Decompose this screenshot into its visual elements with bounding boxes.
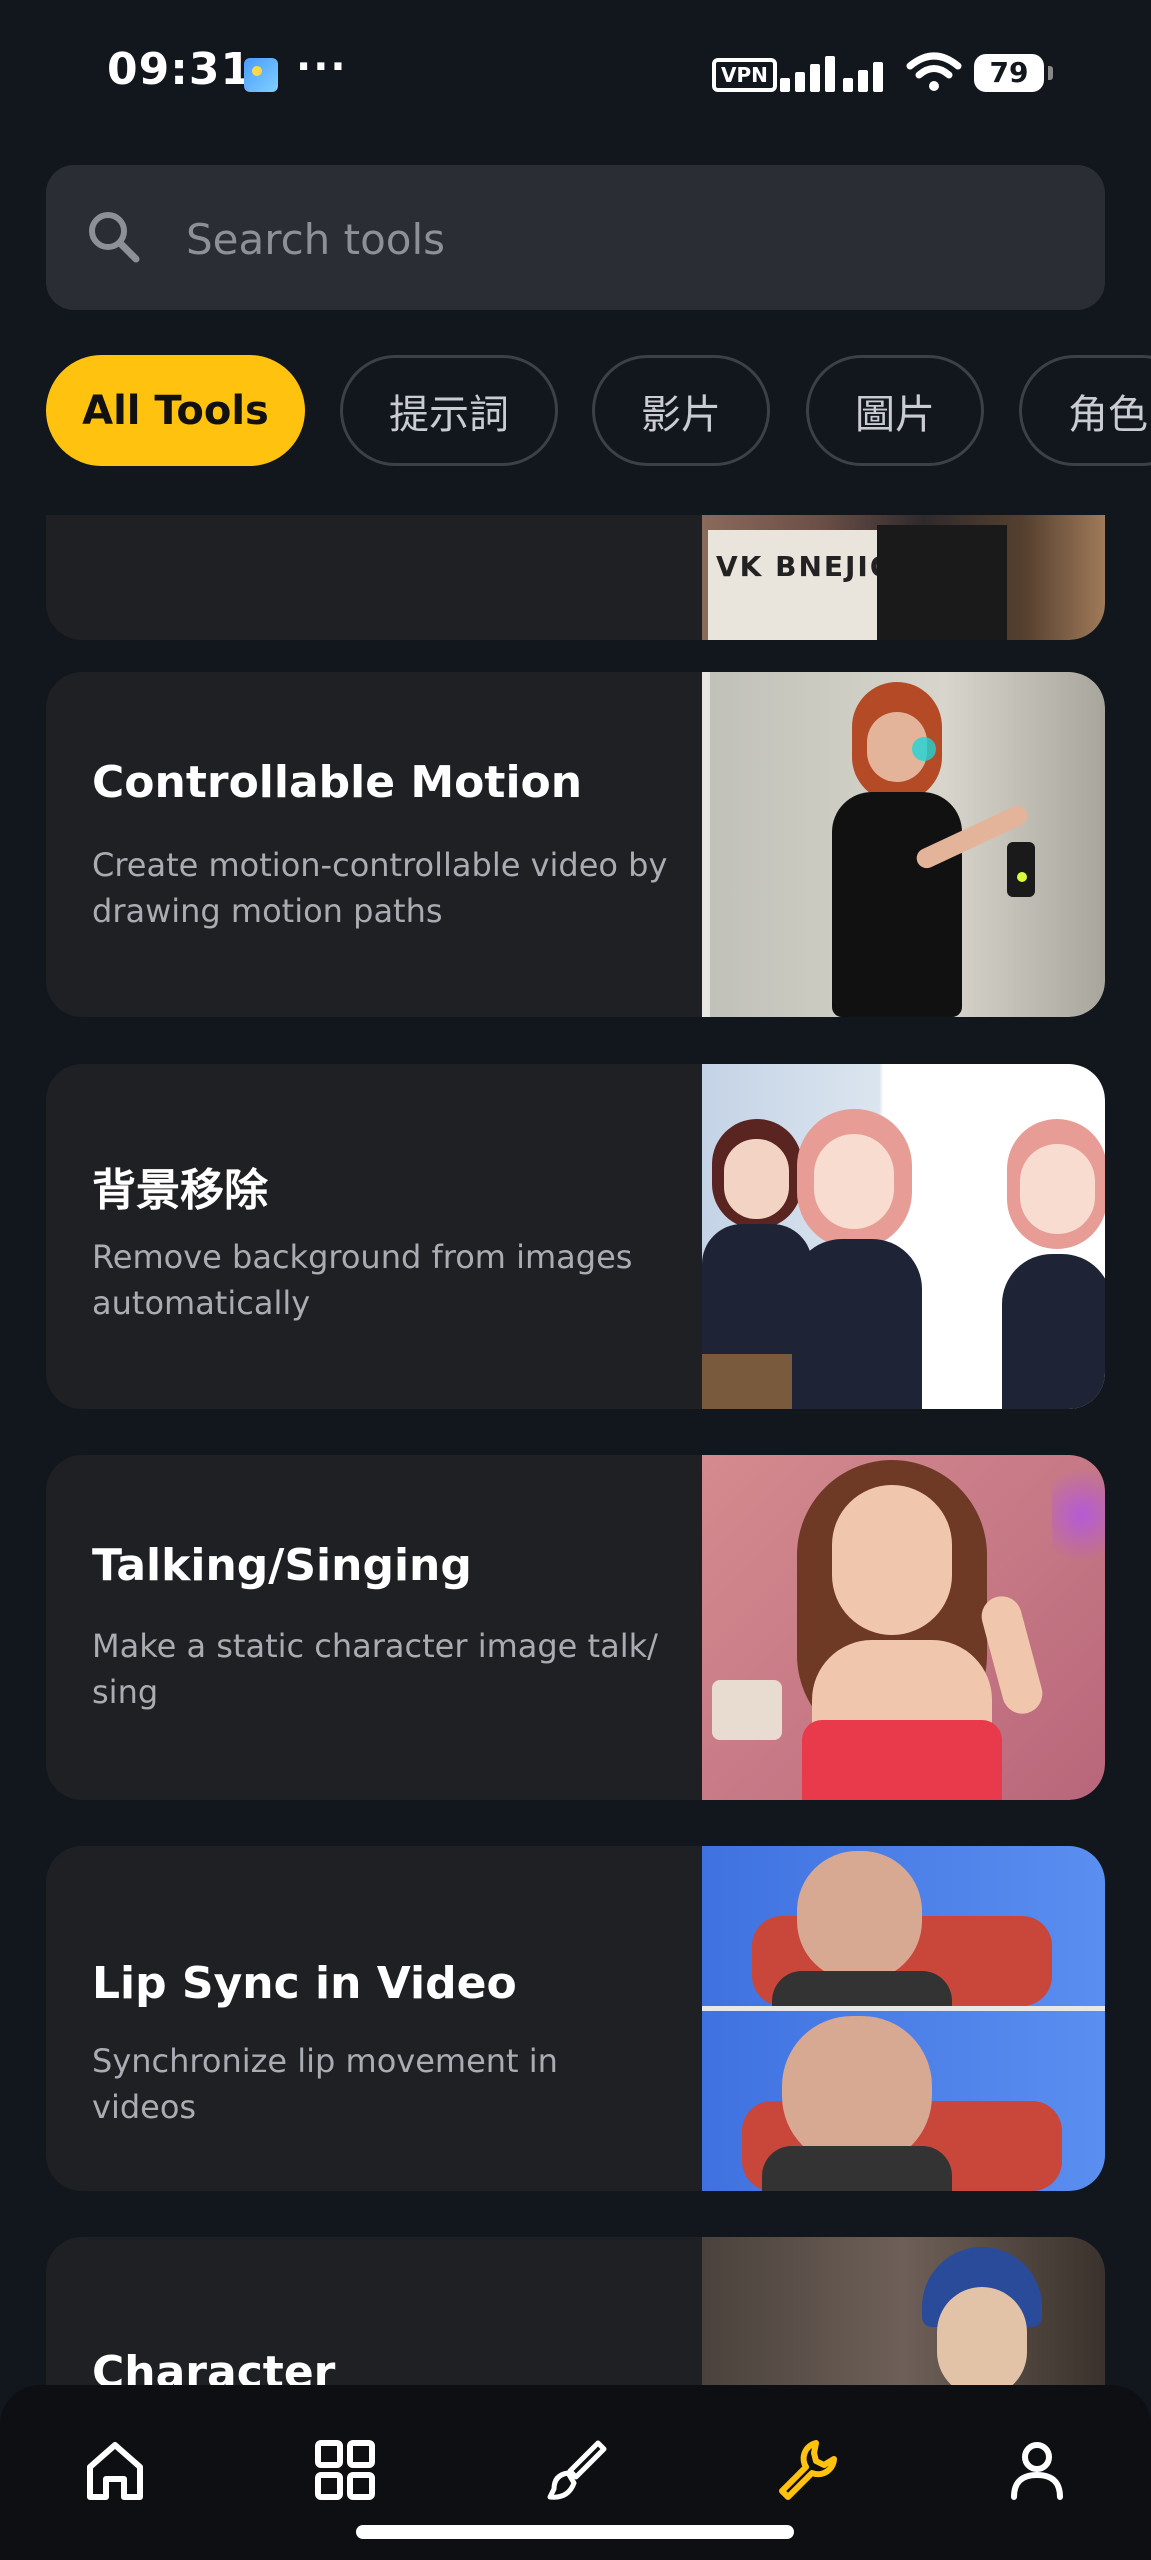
tool-title: Controllable Motion (92, 757, 583, 808)
vpn-icon: VPN (712, 58, 777, 92)
tool-description: Create motion-controllable video by draw… (92, 846, 668, 930)
home-icon[interactable] (80, 2435, 150, 2505)
tool-description: Synchronize lip movement in videos (92, 2042, 558, 2126)
tool-thumbnail (702, 1064, 1105, 1409)
gallery-notification-icon (244, 58, 278, 92)
tool-card-controllable-motion[interactable]: Controllable Motion Create motion-contro… (46, 672, 1105, 1017)
category-filter-bar: All Tools 提示詞 影片 圖片 角色 (0, 355, 1151, 470)
wrench-icon[interactable] (772, 2435, 842, 2505)
search-icon (89, 212, 140, 263)
tool-list: VK BNEJION Controllable Motion Create mo… (46, 515, 1105, 2505)
tool-card-background-removal[interactable]: 背景移除 Remove background from images autom… (46, 1064, 1105, 1409)
chip-video[interactable]: 影片 (592, 355, 770, 466)
home-indicator[interactable] (356, 2525, 794, 2539)
status-bar: 09:31 ··· VPN 79 (0, 0, 1151, 150)
tool-card-lip-sync[interactable]: Lip Sync in Video Synchronize lip moveme… (46, 1846, 1105, 2191)
chip-character[interactable]: 角色 (1019, 355, 1151, 466)
chip-prompts[interactable]: 提示詞 (340, 355, 558, 466)
brush-icon[interactable] (540, 2435, 610, 2505)
tool-thumbnail (702, 1846, 1105, 2191)
wifi-icon (906, 52, 962, 91)
chip-image[interactable]: 圖片 (806, 355, 984, 466)
search-bar[interactable] (46, 165, 1105, 310)
tool-title: Talking/Singing (92, 1540, 472, 1591)
tool-card-talking-singing[interactable]: Talking/Singing Make a static character … (46, 1455, 1105, 1800)
tool-description: Remove background from images automatica… (92, 1238, 633, 1322)
profile-icon[interactable] (1002, 2435, 1072, 2505)
status-time: 09:31 (107, 44, 253, 95)
tool-card-partial[interactable]: VK BNEJION (46, 515, 1105, 640)
chip-all-tools[interactable]: All Tools (46, 355, 305, 466)
grid-icon[interactable] (310, 2435, 380, 2505)
signal-icon (780, 54, 890, 92)
tool-description: Make a static character image talk/ sing (92, 1627, 658, 1711)
tool-thumbnail (702, 1455, 1105, 1800)
more-notifications-icon: ··· (296, 44, 348, 90)
battery-icon: 79 (974, 54, 1053, 92)
search-input[interactable] (184, 205, 1048, 273)
tool-title: 背景移除 (92, 1165, 268, 1216)
tool-thumbnail: VK BNEJION (702, 515, 1105, 640)
tool-title: Lip Sync in Video (92, 1958, 517, 2009)
tool-thumbnail (702, 672, 1105, 1017)
